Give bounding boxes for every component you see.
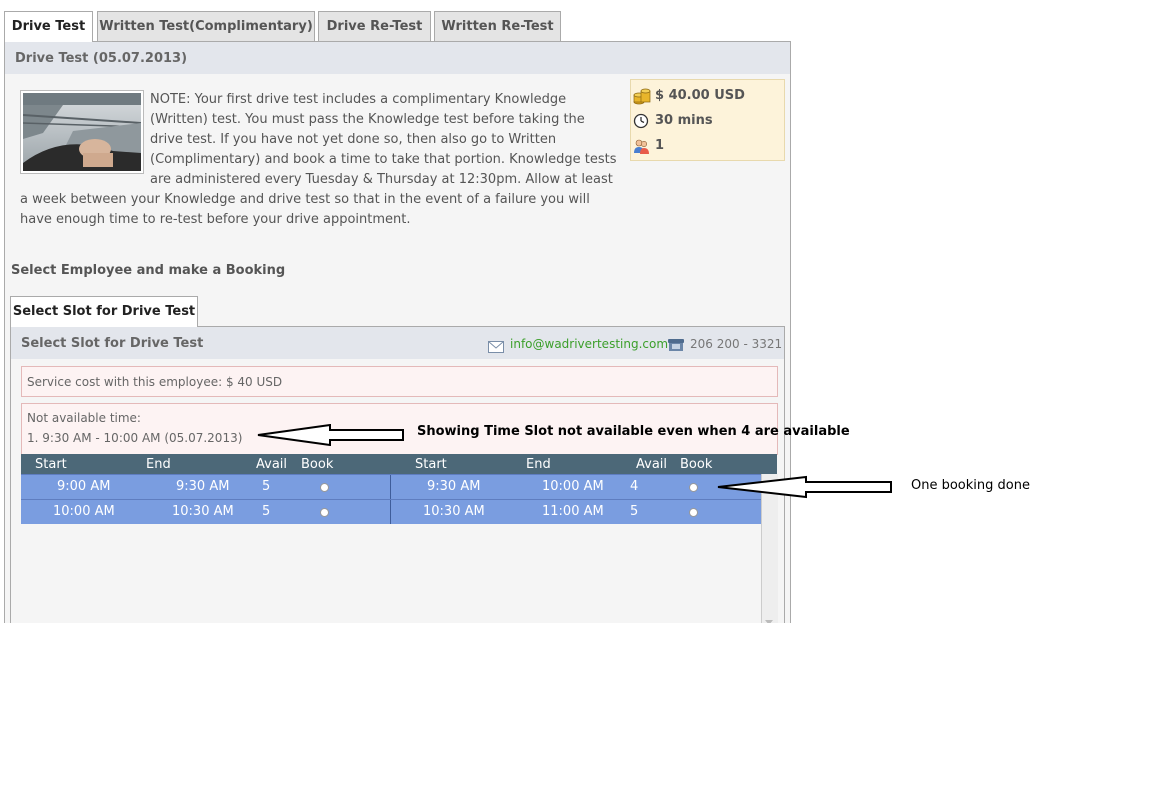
note-text: NOTE: Your first drive test includes a c… bbox=[20, 90, 620, 230]
duration-row: 30 mins bbox=[633, 113, 713, 129]
slot-end: 10:30 AM bbox=[172, 504, 234, 519]
tab-written-test[interactable]: Written Test(Complimentary) bbox=[97, 11, 315, 41]
slot-end: 9:30 AM bbox=[176, 479, 230, 494]
slot-start: 10:00 AM bbox=[53, 504, 115, 519]
slot-table-header: Start End Avail Book Start End Avail Boo… bbox=[21, 454, 777, 474]
header-end: End bbox=[146, 457, 171, 472]
row-divider bbox=[390, 500, 391, 524]
service-cost-text: Service cost with this employee: $ 40 US… bbox=[27, 375, 283, 389]
header-start: Start bbox=[35, 457, 67, 472]
service-panel: Drive Test (05.07.2013) NOTE: Your first… bbox=[4, 41, 791, 623]
capacity-value: 1 bbox=[655, 138, 665, 153]
header-end: End bbox=[526, 457, 551, 472]
panel-header: Drive Test (05.07.2013) bbox=[5, 42, 790, 74]
price-row: $ 40.00 USD bbox=[633, 88, 745, 105]
left-arrow-icon bbox=[257, 424, 404, 446]
annotation-not-available: Showing Time Slot not available even whe… bbox=[417, 424, 850, 439]
slot-end: 10:00 AM bbox=[542, 479, 604, 494]
slot-start: 9:00 AM bbox=[57, 479, 111, 494]
table-row: 10:00 AM 10:30 AM 5 10:30 AM 11:00 AM 5 bbox=[21, 499, 761, 524]
book-radio[interactable] bbox=[320, 483, 329, 492]
book-radio[interactable] bbox=[689, 483, 698, 492]
email-link[interactable]: info@wadrivertesting.com bbox=[510, 337, 668, 351]
tab-drive-test[interactable]: Drive Test bbox=[4, 11, 93, 42]
header-start: Start bbox=[415, 457, 447, 472]
slot-start: 9:30 AM bbox=[427, 479, 481, 494]
row-divider bbox=[390, 475, 391, 499]
left-arrow-icon bbox=[717, 475, 892, 499]
tab-drive-re-test[interactable]: Drive Re-Test bbox=[318, 11, 431, 41]
capacity-row: 1 bbox=[634, 138, 665, 154]
slot-panel-header: Select Slot for Drive Test info@wadriver… bbox=[11, 327, 784, 359]
header-avail: Avail bbox=[636, 457, 668, 472]
slot-end: 11:00 AM bbox=[542, 504, 604, 519]
section-heading: Select Employee and make a Booking bbox=[11, 263, 286, 278]
clock-icon bbox=[633, 113, 649, 133]
users-icon bbox=[633, 138, 650, 159]
book-radio[interactable] bbox=[689, 508, 698, 517]
slot-panel-title: Select Slot for Drive Test bbox=[21, 336, 204, 351]
header-avail: Avail bbox=[256, 457, 288, 472]
coins-icon bbox=[633, 88, 651, 109]
slot-avail: 5 bbox=[262, 479, 271, 494]
slot-avail: 5 bbox=[262, 504, 271, 519]
not-available-label: Not available time: bbox=[27, 411, 141, 425]
annotation-one-booking: One booking done bbox=[911, 478, 1030, 493]
service-info-box: $ 40.00 USD 30 mins 1 bbox=[630, 79, 785, 161]
not-available-item: 1. 9:30 AM - 10:00 AM (05.07.2013) bbox=[27, 431, 243, 445]
table-row: 9:00 AM 9:30 AM 5 9:30 AM 10:00 AM 4 bbox=[21, 474, 761, 499]
tab-written-re-test[interactable]: Written Re-Test bbox=[434, 11, 561, 41]
slot-avail: 5 bbox=[630, 504, 639, 519]
mail-icon bbox=[488, 338, 504, 357]
book-radio[interactable] bbox=[320, 508, 329, 517]
scroll-down-icon[interactable] bbox=[765, 620, 773, 623]
header-book: Book bbox=[680, 457, 713, 472]
slot-panel: Select Slot for Drive Test info@wadriver… bbox=[10, 326, 785, 623]
tab-select-slot[interactable]: Select Slot for Drive Test bbox=[10, 296, 198, 327]
service-cost-box: Service cost with this employee: $ 40 US… bbox=[21, 366, 778, 397]
price-value: $ 40.00 USD bbox=[655, 88, 745, 103]
panel-title: Drive Test (05.07.2013) bbox=[15, 51, 188, 66]
phone-icon bbox=[668, 337, 684, 356]
duration-value: 30 mins bbox=[655, 113, 713, 128]
phone-number: 206 200 - 3321 bbox=[690, 337, 783, 351]
slot-avail: 4 bbox=[630, 479, 639, 494]
header-book: Book bbox=[301, 457, 334, 472]
slot-start: 10:30 AM bbox=[423, 504, 485, 519]
